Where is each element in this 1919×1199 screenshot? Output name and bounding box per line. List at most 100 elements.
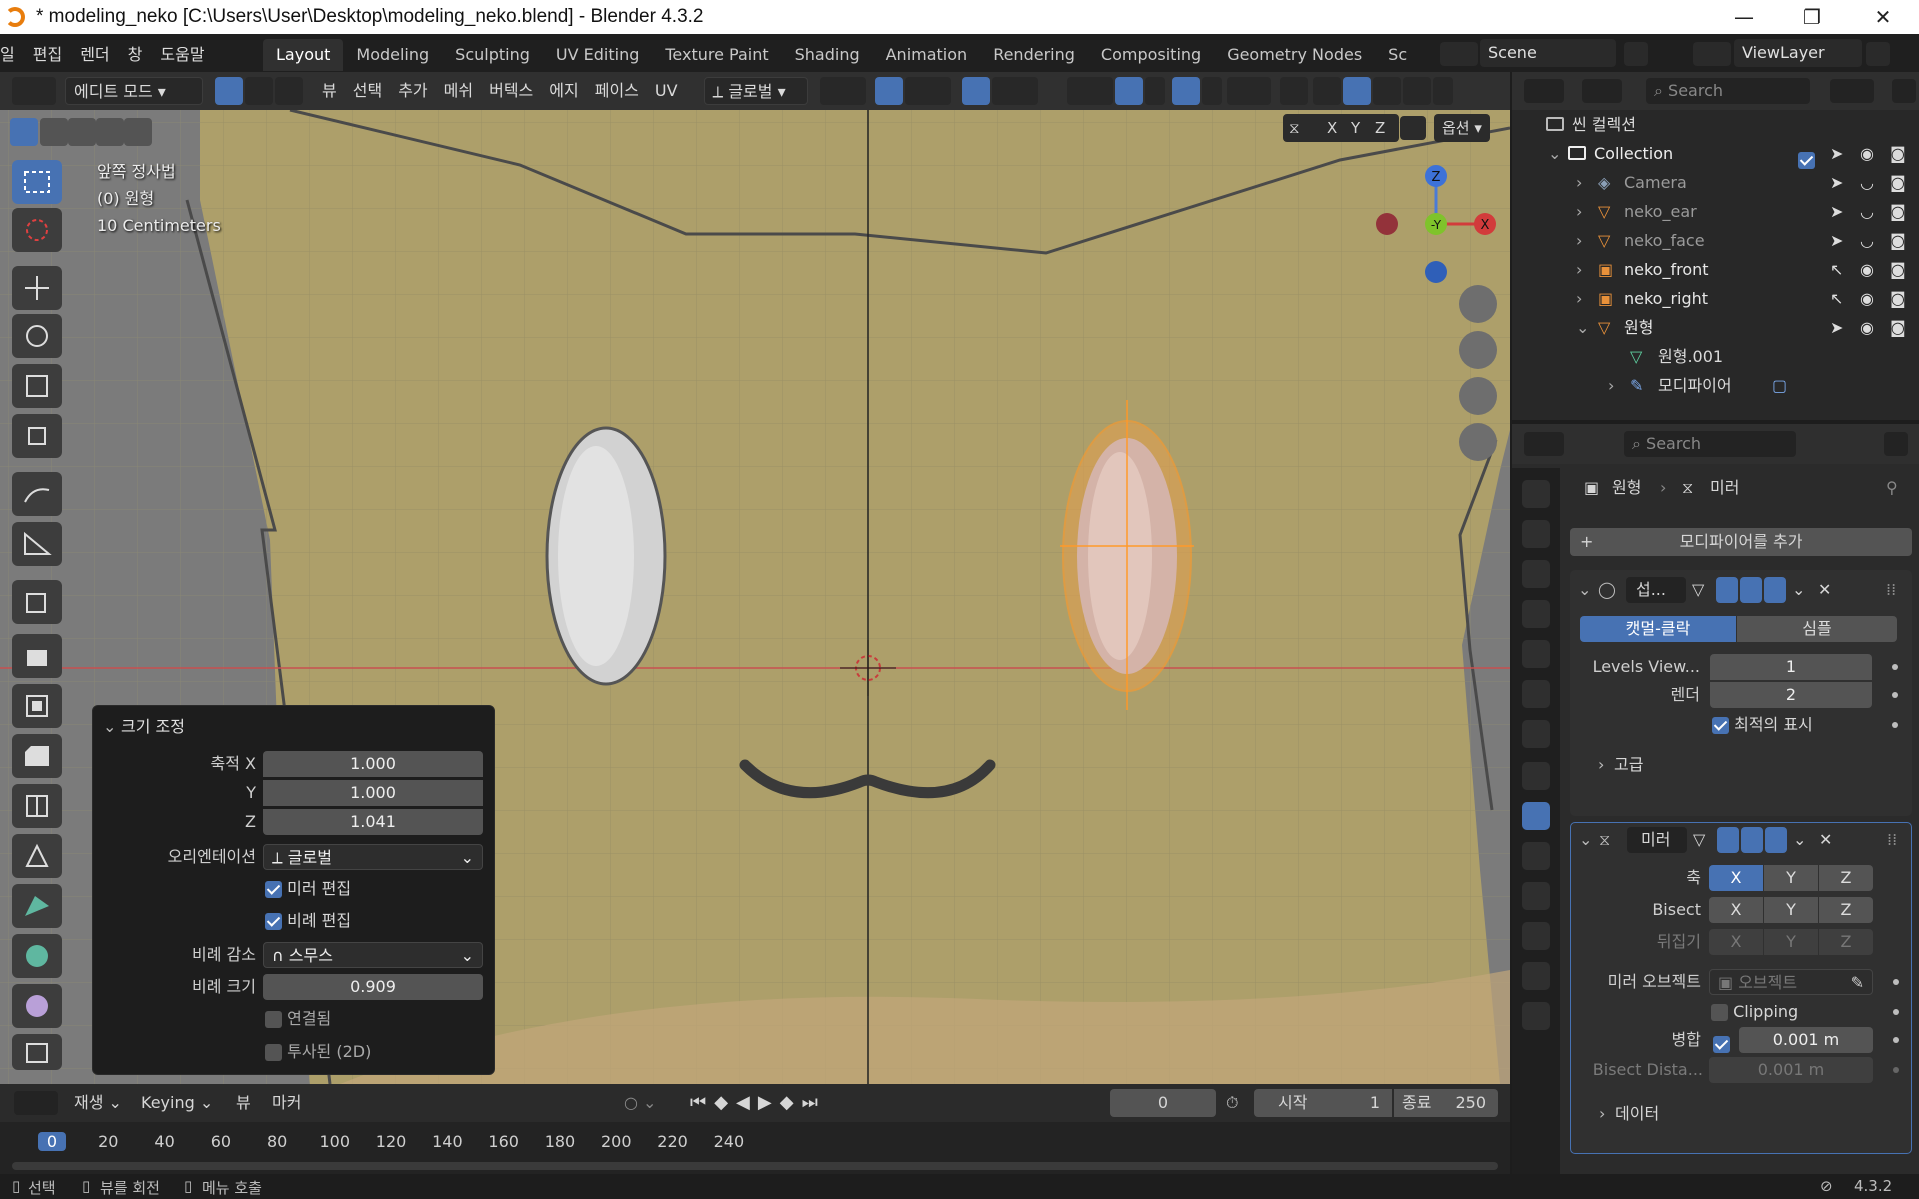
- wireframe-shading-icon[interactable]: [1312, 77, 1341, 105]
- current-frame-field[interactable]: 0: [1110, 1089, 1216, 1117]
- orientation-dropdown[interactable]: ⟂ 글로벌 ▾: [703, 77, 808, 105]
- optimal-keyframe-dot[interactable]: [1892, 722, 1898, 728]
- object-render-icon[interactable]: ◙: [1890, 313, 1906, 342]
- render-keyframe-dot[interactable]: [1892, 692, 1898, 698]
- tab-texture-paint[interactable]: Texture Paint: [652, 39, 781, 71]
- bisect-y[interactable]: Y: [1764, 897, 1818, 923]
- mirror-remove-icon[interactable]: ✕: [1819, 827, 1832, 853]
- menu-uv[interactable]: UV: [647, 77, 686, 105]
- eyedropper-icon[interactable]: ✎: [1851, 970, 1864, 996]
- tab-uv-editing[interactable]: UV Editing: [543, 39, 652, 71]
- move-tool[interactable]: [12, 266, 62, 310]
- menu-render[interactable]: 렌더: [71, 41, 118, 65]
- face-select-icon[interactable]: [275, 77, 303, 105]
- menu-file[interactable]: 일: [0, 41, 24, 65]
- gizmo-dropdown-icon[interactable]: [1144, 77, 1165, 105]
- restore-button[interactable]: ❐: [1784, 0, 1840, 34]
- collection-render-icon[interactable]: ◙: [1890, 139, 1906, 168]
- world-tab-icon[interactable]: [1522, 680, 1550, 708]
- flip-y[interactable]: Y: [1764, 929, 1818, 955]
- new-view-layer-icon[interactable]: [1866, 42, 1890, 66]
- extrude-tool[interactable]: [12, 634, 62, 678]
- mirror-cage-icon[interactable]: [1717, 827, 1739, 853]
- proportional-edit-row[interactable]: 비례 편집: [93, 908, 496, 934]
- rendered-shading-icon[interactable]: [1402, 77, 1431, 105]
- mirror-render-icon[interactable]: [1765, 827, 1787, 853]
- mesh-overlay-icon[interactable]: [1226, 77, 1271, 105]
- shear-tool[interactable]: [12, 1034, 62, 1070]
- outliner-row-object[interactable]: › ▽ neko_face ➤ ◡ ◙: [1512, 226, 1919, 255]
- tab-compositing[interactable]: Compositing: [1088, 39, 1214, 71]
- poly-build-tool[interactable]: [12, 884, 62, 928]
- subsurf-editmode-icon[interactable]: ▽: [1692, 577, 1714, 603]
- tab-animation[interactable]: Animation: [873, 39, 981, 71]
- optimal-display-check[interactable]: [1712, 717, 1729, 734]
- timeline-menu-playback[interactable]: 재생 ⌄: [74, 1084, 122, 1122]
- transform-tool[interactable]: [12, 414, 62, 458]
- mirror-edit-check[interactable]: [265, 881, 282, 898]
- menu-view[interactable]: 뷰: [314, 77, 345, 105]
- snap-icon[interactable]: [874, 77, 903, 105]
- loop-cut-tool[interactable]: [12, 784, 62, 828]
- expand-object-icon[interactable]: ›: [1576, 168, 1582, 197]
- object-render-icon[interactable]: ◙: [1890, 197, 1906, 226]
- proportional-falloff-icon[interactable]: [991, 77, 1038, 105]
- outliner-row-scene-collection[interactable]: 씬 컬렉션: [1512, 110, 1919, 139]
- symmetry-y[interactable]: Y: [1351, 114, 1360, 142]
- expand-collection-icon[interactable]: ⌄: [1548, 139, 1561, 168]
- subsurf-collapse-icon[interactable]: ⌄: [1578, 577, 1591, 603]
- object-select-icon[interactable]: ➤: [1830, 226, 1843, 255]
- projected-checkbox[interactable]: 투사된 (2D): [265, 1039, 371, 1065]
- data-subpanel[interactable]: › 데이터: [1571, 1101, 1913, 1127]
- orientation-select[interactable]: ⟂ 글로벌 ⌄: [263, 844, 483, 870]
- timeline-editor-type-icon[interactable]: [14, 1091, 58, 1115]
- gizmo-toggle-icon[interactable]: [1114, 77, 1143, 105]
- symmetry-x[interactable]: X: [1327, 114, 1337, 142]
- timeline-menu-keying[interactable]: Keying ⌄: [141, 1084, 213, 1122]
- object-hidden-icon[interactable]: ◡: [1860, 197, 1874, 226]
- timeline-menu-view[interactable]: 뷰: [236, 1084, 251, 1122]
- tab-layout[interactable]: Layout: [263, 39, 344, 71]
- optimal-display-row[interactable]: 최적의 표시: [1570, 712, 1912, 738]
- bisect-distance-field[interactable]: 0.001 m: [1709, 1057, 1873, 1083]
- object-hidden-icon[interactable]: ◡: [1860, 168, 1874, 197]
- menu-select[interactable]: 선택: [345, 77, 390, 105]
- proportional-edit-checkbox[interactable]: 비례 편집: [265, 908, 351, 934]
- scene-field[interactable]: Scene: [1480, 39, 1616, 67]
- menu-edge[interactable]: 에지: [541, 77, 586, 105]
- pan-hand-icon[interactable]: [1459, 331, 1497, 369]
- outliner-row-object[interactable]: › ▽ neko_ear ➤ ◡ ◙: [1512, 197, 1919, 226]
- timeline-menu-marker[interactable]: 마커: [272, 1084, 301, 1122]
- inset-tool[interactable]: [12, 684, 62, 728]
- scene-selector-icon[interactable]: [1440, 42, 1478, 66]
- mirror-options-icon[interactable]: [1400, 116, 1426, 140]
- object-visibility-icon[interactable]: ◉: [1860, 255, 1874, 284]
- select-new-icon[interactable]: [10, 118, 38, 146]
- flip-z[interactable]: Z: [1819, 929, 1873, 955]
- expand-object-icon[interactable]: ›: [1576, 197, 1582, 226]
- shading-dropdown-icon[interactable]: [1432, 77, 1453, 105]
- outliner-row-mesh-data[interactable]: ▽ 원형.001: [1512, 342, 1919, 371]
- timeline-scrollbar[interactable]: [12, 1162, 1498, 1170]
- object-render-icon[interactable]: ◙: [1890, 168, 1906, 197]
- menu-mesh[interactable]: 메쉬: [436, 77, 481, 105]
- object-visibility-icon[interactable]: ◉: [1860, 284, 1874, 313]
- clipping-keyframe-dot[interactable]: [1893, 1009, 1899, 1015]
- ortho-grid-icon[interactable]: [1459, 423, 1497, 461]
- clipping-checkbox[interactable]: Clipping: [1711, 999, 1798, 1025]
- object-select-icon[interactable]: ↖: [1830, 255, 1843, 284]
- modifier-tab-icon[interactable]: [1522, 802, 1550, 830]
- menu-window[interactable]: 창: [119, 41, 152, 65]
- object-tab-icon[interactable]: [1522, 762, 1550, 790]
- scale-y-field[interactable]: 1.000: [263, 780, 483, 806]
- symmetry-z[interactable]: Z: [1375, 114, 1385, 142]
- spin-tool[interactable]: [12, 934, 62, 978]
- optimal-display-checkbox[interactable]: 최적의 표시: [1712, 712, 1813, 738]
- end-frame-field[interactable]: 종료 250: [1394, 1089, 1498, 1117]
- edge-select-icon[interactable]: [245, 77, 273, 105]
- expand-object-icon[interactable]: ›: [1576, 284, 1582, 313]
- tab-sculpting[interactable]: Sculpting: [442, 39, 543, 71]
- object-select-icon[interactable]: ➤: [1830, 197, 1843, 226]
- stopwatch-icon[interactable]: ⏱: [1226, 1084, 1238, 1122]
- subsurf-dropdown-icon[interactable]: ⌄: [1792, 577, 1805, 603]
